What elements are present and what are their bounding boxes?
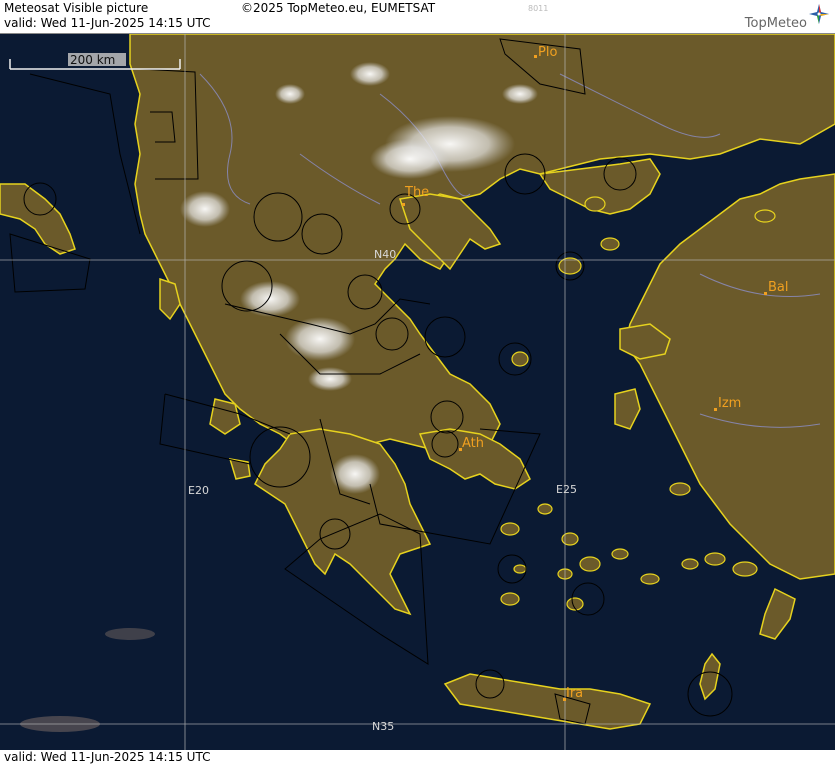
grid-label-lon25: E25 bbox=[556, 483, 577, 496]
grid-label-lat40: N40 bbox=[374, 248, 396, 261]
image-title: Meteosat Visible picture bbox=[4, 1, 149, 15]
satellite-map[interactable]: N40 N35 E20 E25 200 km Plo The Bal Izm A… bbox=[0, 34, 835, 750]
header-bar: Meteosat Visible picture valid: Wed 11-J… bbox=[0, 0, 835, 34]
grid-label-lon20: E20 bbox=[188, 484, 209, 497]
topmeteo-logo[interactable]: TopMeteo bbox=[731, 2, 831, 32]
city-label-bal: Bal bbox=[768, 280, 789, 295]
city-label-ira: Ira bbox=[566, 686, 583, 701]
grid-label-lat35: N35 bbox=[372, 720, 394, 733]
logo-text: TopMeteo bbox=[744, 16, 807, 31]
city-label-ath: Ath bbox=[462, 436, 484, 451]
image-code: 8011 bbox=[528, 4, 549, 13]
footer-bar: valid: Wed 11-Jun-2025 14:15 UTC bbox=[0, 750, 835, 765]
copyright-text: ©2025 TopMeteo.eu, EUMETSAT bbox=[241, 1, 436, 15]
footer-valid-time: valid: Wed 11-Jun-2025 14:15 UTC bbox=[4, 750, 211, 764]
city-label-plo: Plo bbox=[538, 45, 557, 60]
map-canvas: N40 N35 E20 E25 200 km Plo The Bal Izm A… bbox=[0, 34, 835, 750]
city-label-the: The bbox=[404, 185, 429, 200]
valid-time: valid: Wed 11-Jun-2025 14:15 UTC bbox=[4, 16, 211, 30]
city-label-izm: Izm bbox=[718, 396, 741, 411]
scale-label: 200 km bbox=[70, 53, 115, 67]
